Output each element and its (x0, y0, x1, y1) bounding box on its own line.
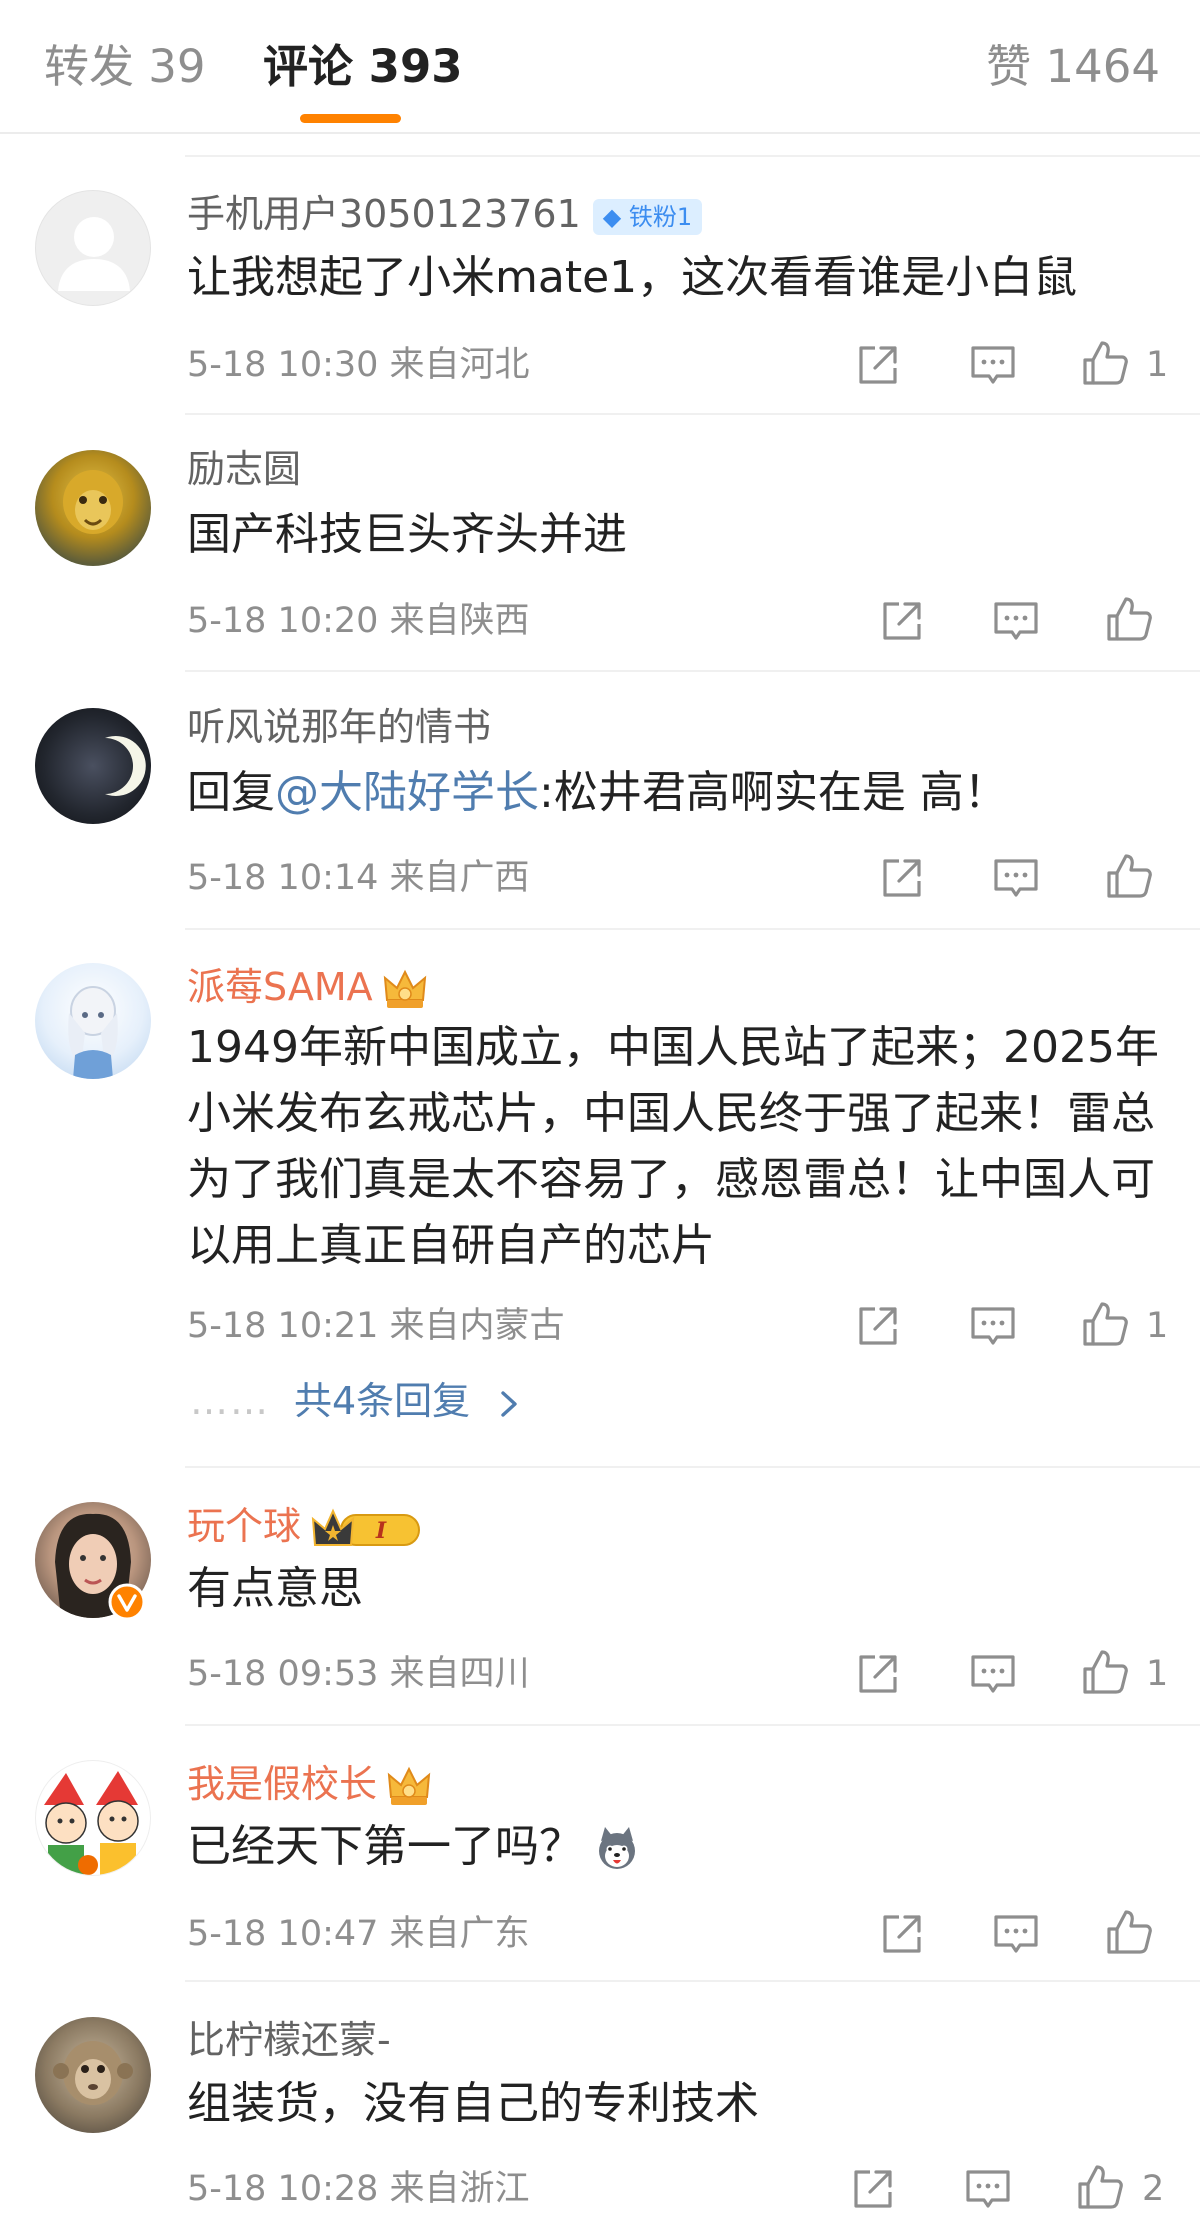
username[interactable]: 比柠檬还蒙- (187, 2016, 391, 2064)
username[interactable]: 听风说那年的情书 (187, 703, 491, 751)
view-replies-link[interactable]: …… 共4条回复 (190, 1377, 522, 1425)
anime-girl-icon (68, 986, 118, 1079)
tab-comments[interactable]: 评论 393 (263, 38, 463, 96)
username-row: 我是假校长 (187, 1760, 433, 1811)
like-count: 1 (1146, 1306, 1169, 1346)
tab-repost[interactable]: 转发 39 (44, 38, 206, 96)
username[interactable]: 玩个球 (187, 1504, 301, 1548)
comment-text: 让我想起了小米mate1，这次看看谁是小白鼠 (187, 252, 1078, 303)
like-count: 1 (1146, 345, 1169, 385)
tab-likes[interactable]: 赞 1464 (986, 38, 1160, 96)
like-icon[interactable] (1080, 1647, 1130, 1697)
username[interactable]: 励志圆 (187, 445, 301, 493)
comment-text-line: 以用上真正自研自产的芯片 (187, 1220, 715, 1271)
default-avatar-icon (58, 217, 130, 291)
active-tab-indicator (300, 114, 401, 123)
monkey-icon (53, 2041, 133, 2105)
reply-icon[interactable] (991, 1909, 1041, 1959)
replies-count-label: 共4条回复 (294, 1379, 471, 1423)
comment-meta: 5-18 10:14 来自广西 (187, 858, 530, 898)
svg-text:I: I (375, 1518, 387, 1544)
comment-meta: 5-18 09:53 来自四川 (187, 1654, 530, 1694)
golden-lion-icon (63, 470, 123, 534)
divider (185, 413, 1200, 415)
mention-link[interactable]: @大陆好学长 (275, 767, 539, 818)
username-row: 手机用户3050123761 ◆ 铁粉1 (187, 190, 703, 238)
comment-text-line: 1949年新中国成立，中国人民站了起来；2025年 (187, 1022, 1159, 1073)
vip-crown-icon (381, 966, 429, 1014)
divider (185, 928, 1200, 930)
reply-text: :松井君高啊实在是 高！ (539, 767, 1008, 818)
username-row: 玩个球 I (187, 1502, 423, 1551)
vip-level-badge-icon: I (311, 1508, 421, 1546)
username[interactable]: 手机用户3050123761 (187, 192, 581, 236)
comment-meta: 5-18 10:30 来自河北 (187, 345, 530, 385)
share-icon[interactable] (877, 853, 927, 903)
reply-icon[interactable] (968, 1301, 1018, 1351)
reply-icon[interactable] (963, 2164, 1013, 2214)
comment-text: 有点意思 (187, 1563, 363, 1614)
divider (185, 155, 1200, 157)
comment-text-line: 小米发布玄戒芯片，中国人民终于强了起来！雷总 (187, 1088, 1155, 1139)
share-icon[interactable] (853, 340, 903, 390)
divider (185, 1724, 1200, 1726)
avatar[interactable] (35, 1760, 151, 1876)
comment-text: 已经天下第一了吗？ (187, 1814, 641, 1880)
vip-crown-icon (385, 1763, 433, 1811)
fan-badge[interactable]: ◆ 铁粉1 (592, 198, 703, 235)
username[interactable]: 派莓SAMA (187, 965, 373, 1009)
reply-icon[interactable] (991, 596, 1041, 646)
like-icon[interactable] (1104, 594, 1154, 644)
divider (185, 1466, 1200, 1468)
reply-icon[interactable] (991, 853, 1041, 903)
comment-text: 组装货，没有自己的专利技术 (187, 2078, 759, 2129)
divider (185, 670, 1200, 672)
like-icon[interactable] (1080, 1299, 1130, 1349)
comment-text: 回复@大陆好学长:松井君高啊实在是 高！ (187, 760, 1008, 826)
share-icon[interactable] (848, 2164, 898, 2214)
comment-meta: 5-18 10:47 来自广东 (187, 1914, 530, 1954)
comment-meta: 5-18 10:21 来自内蒙古 (187, 1306, 565, 1346)
comment-text: 国产科技巨头齐头并进 (187, 509, 627, 560)
avatar[interactable] (35, 708, 151, 824)
like-icon[interactable] (1104, 851, 1154, 901)
avatar[interactable] (35, 963, 151, 1079)
fan-badge-label: 铁粉1 (628, 202, 693, 231)
like-icon[interactable] (1104, 1907, 1154, 1957)
crescent-moon-icon (105, 736, 146, 796)
comment-meta: 5-18 10:28 来自浙江 (187, 2169, 530, 2209)
comment-tab-bar: 转发 39 评论 393 赞 1464 (0, 0, 1200, 134)
avatar[interactable] (35, 2017, 151, 2133)
replies-dots: …… (190, 1379, 270, 1423)
comment-text: 1949年新中国成立，中国人民站了起来；2025年 小米发布玄戒芯片，中国人民终… (187, 1015, 1159, 1279)
share-icon[interactable] (877, 1909, 927, 1959)
share-icon[interactable] (853, 1649, 903, 1699)
share-icon[interactable] (853, 1301, 903, 1351)
like-icon[interactable] (1080, 338, 1130, 388)
reply-prefix: 回复 (187, 767, 275, 818)
divider (185, 1980, 1200, 1982)
like-count: 2 (1142, 2169, 1165, 2209)
username-row: 派莓SAMA (187, 963, 429, 1014)
reply-icon[interactable] (968, 1649, 1018, 1699)
husky-emoji-icon (599, 1827, 635, 1869)
avatar[interactable] (35, 190, 151, 306)
comment-meta: 5-18 10:20 来自陕西 (187, 601, 530, 641)
reply-icon[interactable] (968, 340, 1018, 390)
comment-text-line: 为了我们真是太不容易了，感恩雷总！让中国人可 (187, 1154, 1155, 1205)
comment-text-body: 已经天下第一了吗？ (187, 1821, 583, 1872)
username[interactable]: 我是假校长 (187, 1762, 377, 1806)
diamond-icon: ◆ (602, 202, 622, 231)
avatar[interactable] (35, 450, 151, 566)
cartoon-kids-icon (44, 1771, 139, 1875)
chevron-right-icon (501, 1390, 517, 1417)
like-count: 1 (1146, 1654, 1169, 1694)
verified-badge-icon (108, 1583, 146, 1621)
share-icon[interactable] (877, 596, 927, 646)
like-icon[interactable] (1075, 2162, 1125, 2212)
